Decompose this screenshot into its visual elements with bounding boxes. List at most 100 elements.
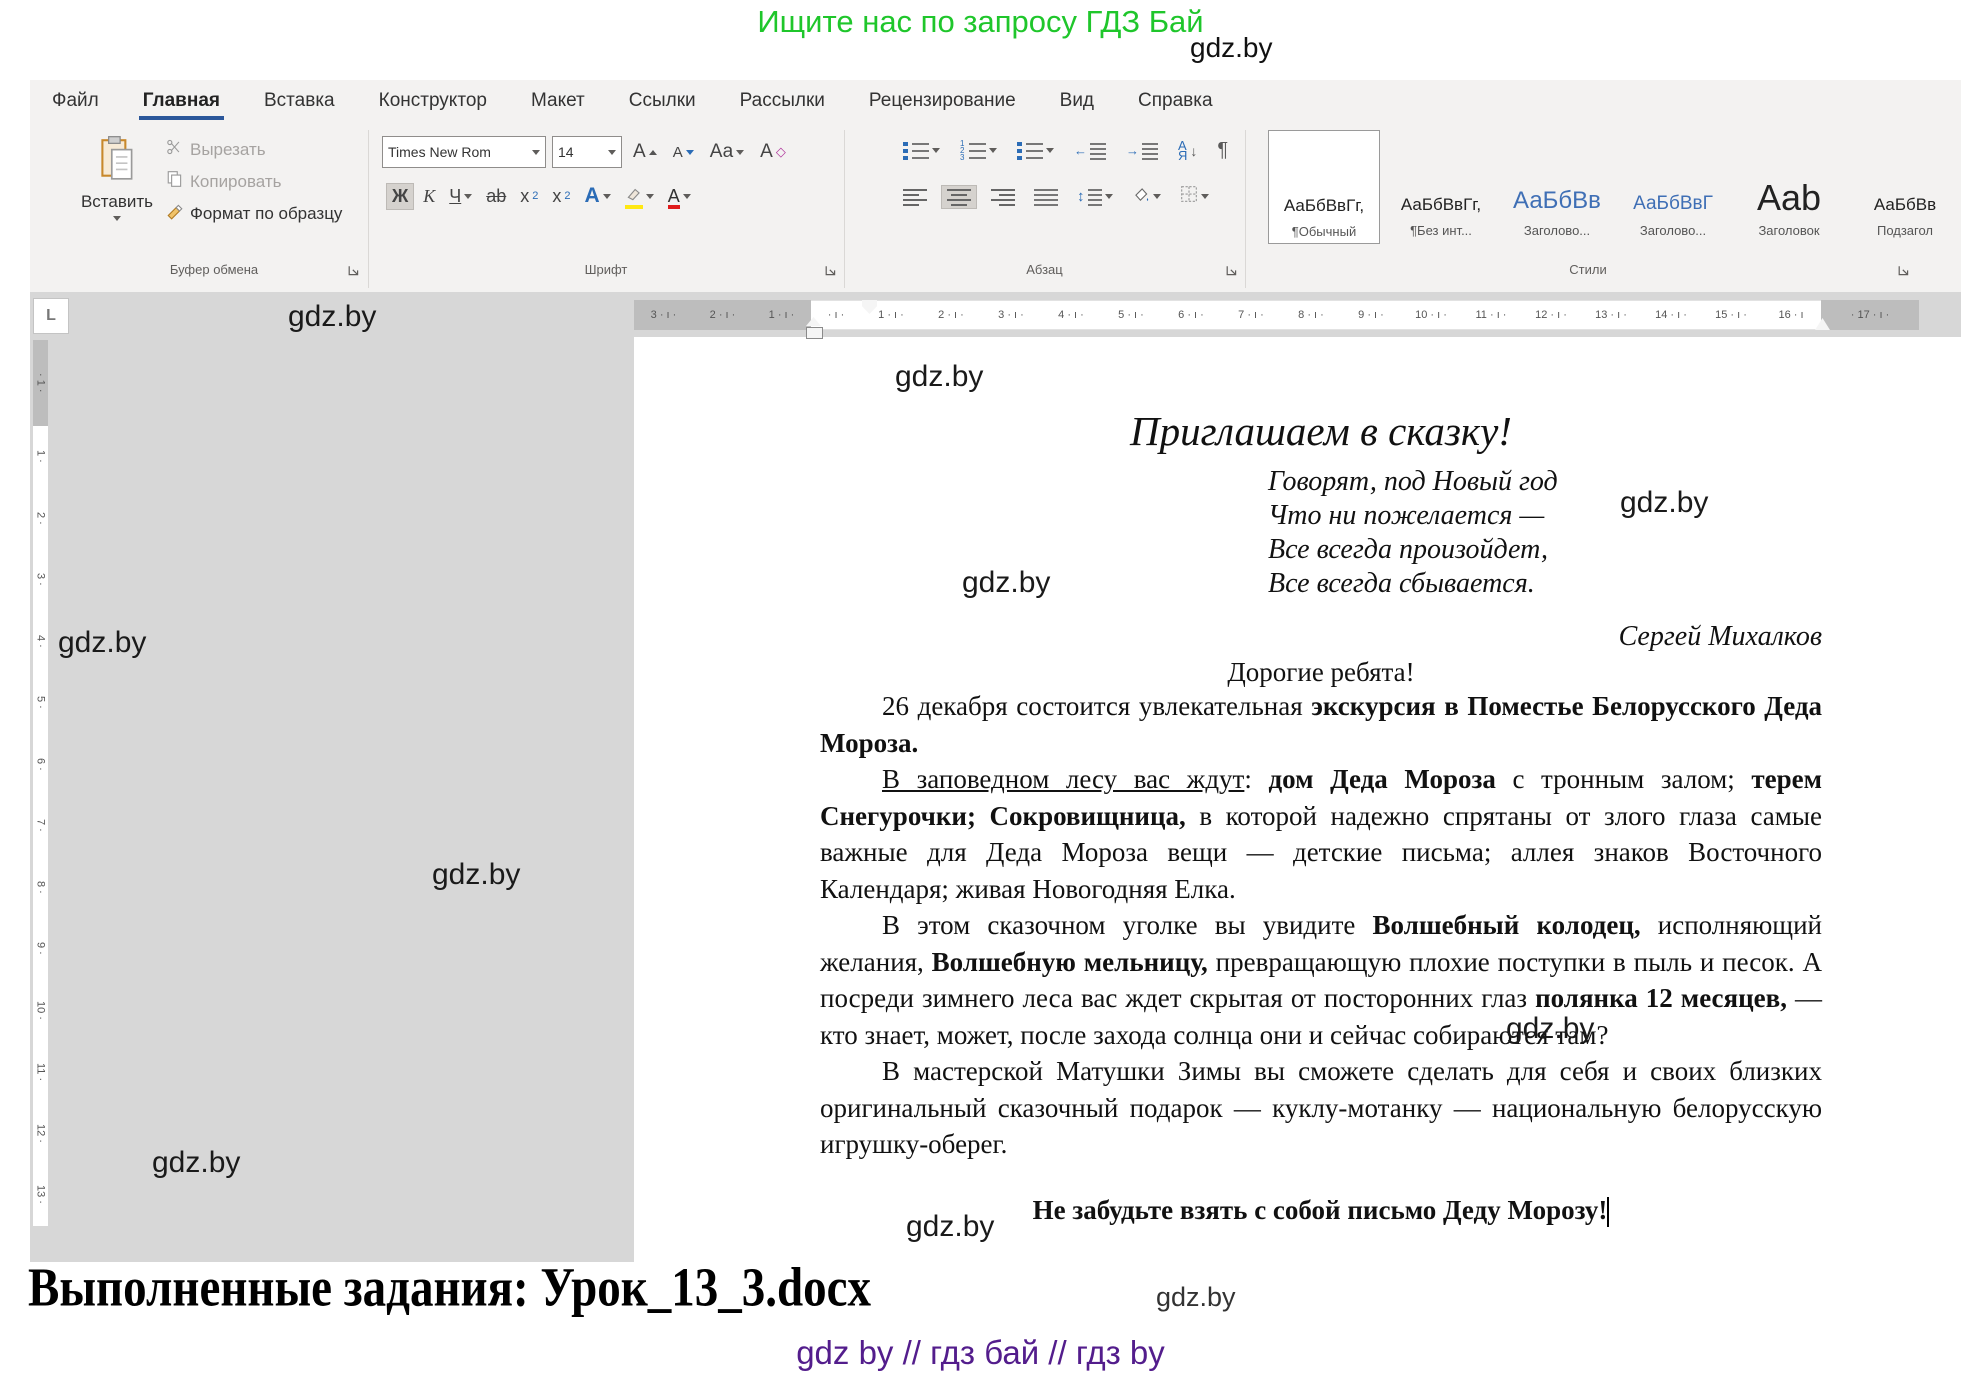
salutation[interactable]: Дорогие ребята!	[820, 657, 1822, 688]
document-page[interactable]: Приглашаем в сказку! Говорят, под Новый …	[634, 337, 1961, 1262]
tab-view[interactable]: Вид	[1056, 86, 1098, 120]
format-painter-button[interactable]: Формат по образцу	[166, 202, 342, 225]
align-center-button[interactable]	[941, 185, 977, 209]
bullet-list-button[interactable]	[898, 140, 945, 162]
font-color-button[interactable]: А	[663, 184, 696, 209]
font-size-combo[interactable]: 14	[552, 136, 622, 168]
chevron-down-icon	[1153, 194, 1161, 199]
sort-button[interactable]: АЯ ↓	[1173, 139, 1202, 163]
style-card-heading1[interactable]: АаБбВв Заголово...	[1502, 130, 1612, 242]
strikethrough-button[interactable]: ab	[481, 184, 511, 209]
tab-insert[interactable]: Вставка	[260, 86, 339, 120]
tab-review[interactable]: Рецензирование	[865, 86, 1020, 120]
ribbon-tab-row: Файл Главная Вставка Конструктор Макет С…	[48, 80, 1217, 126]
tab-references[interactable]: Ссылки	[625, 86, 700, 120]
text-effects-button[interactable]: А	[580, 182, 616, 210]
chevron-down-icon	[646, 194, 654, 199]
numbered-list-button[interactable]: 123	[955, 140, 1002, 162]
underline-button[interactable]: Ч	[444, 184, 477, 209]
poem-line[interactable]: Говорят, под Новый год	[1268, 465, 1822, 499]
subscript-button[interactable]: x2	[515, 184, 543, 209]
font-size-value: 14	[558, 144, 574, 160]
paste-button[interactable]: Вставить	[72, 135, 162, 221]
tab-help[interactable]: Справка	[1134, 86, 1217, 120]
numbered-list-icon: 123	[960, 142, 986, 160]
doc-heading[interactable]: Приглашаем в сказку!	[820, 407, 1822, 455]
styles-group-label: Стили	[1245, 262, 1931, 286]
bold-button[interactable]: Ж	[386, 183, 414, 210]
tab-design[interactable]: Конструктор	[375, 86, 491, 120]
paragraph-3[interactable]: В этом сказочном уголке вы увидите Волше…	[820, 907, 1822, 1053]
paragraph-dialog-launcher[interactable]	[1226, 264, 1240, 278]
watermark: gdz.by	[152, 1146, 240, 1180]
chevron-down-icon	[1201, 194, 1209, 199]
clipboard-dialog-launcher[interactable]	[348, 264, 362, 278]
font-name-combo[interactable]: Times New Rom	[382, 136, 546, 168]
cut-button[interactable]: Вырезать	[166, 138, 266, 161]
watermark: gdz.by	[1190, 32, 1273, 64]
style-card-no-spacing[interactable]: АаБбВвГг, ¶Без инт...	[1386, 130, 1496, 242]
tab-file[interactable]: Файл	[48, 86, 103, 120]
tab-selector-box[interactable]: L	[33, 298, 69, 334]
multilevel-list-button[interactable]	[1012, 140, 1059, 162]
poem-line[interactable]: Все всегда сбывается.	[1268, 567, 1822, 601]
line-spacing-button[interactable]: ↕	[1072, 186, 1118, 208]
vruler-top-margin: · 1 ·	[33, 340, 48, 426]
line-spacing-icon: ↕	[1077, 188, 1085, 205]
left-indent-marker[interactable]	[806, 327, 823, 339]
style-card-subtitle[interactable]: АаБбВв Подзагол	[1850, 130, 1960, 242]
font-group-label: Шрифт	[368, 262, 844, 286]
increase-indent-button[interactable]: →	[1121, 140, 1163, 162]
style-card-normal[interactable]: АаБбВвГг, ¶Обычный	[1268, 130, 1380, 244]
styles-dialog-launcher[interactable]	[1898, 264, 1912, 278]
format-painter-icon	[166, 202, 184, 225]
decrease-indent-button[interactable]: ←	[1069, 140, 1111, 162]
tab-layout[interactable]: Макет	[527, 86, 589, 120]
justify-button[interactable]	[1029, 186, 1063, 208]
shrink-font-button[interactable]: А	[668, 142, 699, 163]
watermark: gdz.by	[895, 360, 983, 394]
poem-line[interactable]: Что ни пожелается —	[1268, 499, 1822, 533]
align-left-button[interactable]	[898, 186, 932, 208]
style-card-title[interactable]: Aab Заголовок	[1734, 130, 1844, 242]
document-canvas: Приглашаем в сказку! Говорят, под Новый …	[30, 292, 1961, 1262]
clear-formatting-button[interactable]: А ◇	[755, 139, 791, 165]
change-case-button[interactable]: Аа	[705, 139, 749, 165]
copy-label: Копировать	[190, 172, 282, 192]
cut-label: Вырезать	[190, 140, 266, 160]
eraser-icon: ◇	[776, 144, 786, 160]
chevron-down-icon	[464, 194, 472, 199]
italic-button[interactable]: К	[418, 184, 440, 209]
watermark: gdz.by	[1156, 1282, 1236, 1313]
show-marks-button[interactable]: ¶	[1212, 137, 1233, 164]
poem-author[interactable]: Сергей Михалков	[820, 621, 1822, 653]
copy-icon	[166, 170, 184, 193]
font-dialog-launcher[interactable]	[825, 264, 839, 278]
clipboard-group-label: Буфер обмена	[60, 262, 368, 286]
shading-button[interactable]	[1127, 183, 1166, 210]
borders-button[interactable]	[1175, 183, 1214, 210]
horizontal-ruler[interactable]: 3 · ı ·2 · ı ·1 · ı · · ı ·1 · ı ·2 · ı …	[634, 300, 1919, 330]
clipboard-icon	[99, 135, 135, 188]
ruler-left-margin: 3 · ı ·2 · ı ·1 · ı ·	[634, 300, 811, 330]
poem-block[interactable]: Говорят, под Новый годЧто ни пожелается …	[1268, 465, 1822, 601]
highlight-button[interactable]	[620, 184, 659, 209]
poem-line[interactable]: Все всегда произойдет,	[1268, 533, 1822, 567]
align-right-button[interactable]	[986, 186, 1020, 208]
tab-home[interactable]: Главная	[139, 86, 224, 120]
bottom-caption: Выполненные задания: Урок_13_3.docx	[28, 1256, 871, 1320]
paragraph-4[interactable]: В мастерской Матушки Зимы вы сможете сде…	[820, 1053, 1822, 1163]
copy-button[interactable]: Копировать	[166, 170, 282, 193]
paragraph-1[interactable]: 26 декабря состоится увлекательная экску…	[820, 688, 1822, 761]
align-right-icon	[991, 188, 1015, 206]
superscript-button[interactable]: x2	[547, 184, 575, 209]
chevron-down-icon	[683, 194, 691, 199]
chevron-down-icon	[989, 148, 997, 153]
tab-mailings[interactable]: Рассылки	[736, 86, 829, 120]
vertical-ruler[interactable]: · 1 · 1 ·2 ·3 ·4 ·5 ·6 ·7 ·8 ·9 ·10 ·11 …	[33, 340, 48, 1226]
paragraph-2[interactable]: В заповедном лесу вас ждут: дом Деда Мор…	[820, 761, 1822, 907]
grow-font-button[interactable]: А	[628, 139, 662, 165]
chevron-down-icon	[686, 150, 694, 155]
style-card-heading2[interactable]: АаБбВвГ Заголово...	[1618, 130, 1728, 242]
align-left-icon	[903, 188, 927, 206]
